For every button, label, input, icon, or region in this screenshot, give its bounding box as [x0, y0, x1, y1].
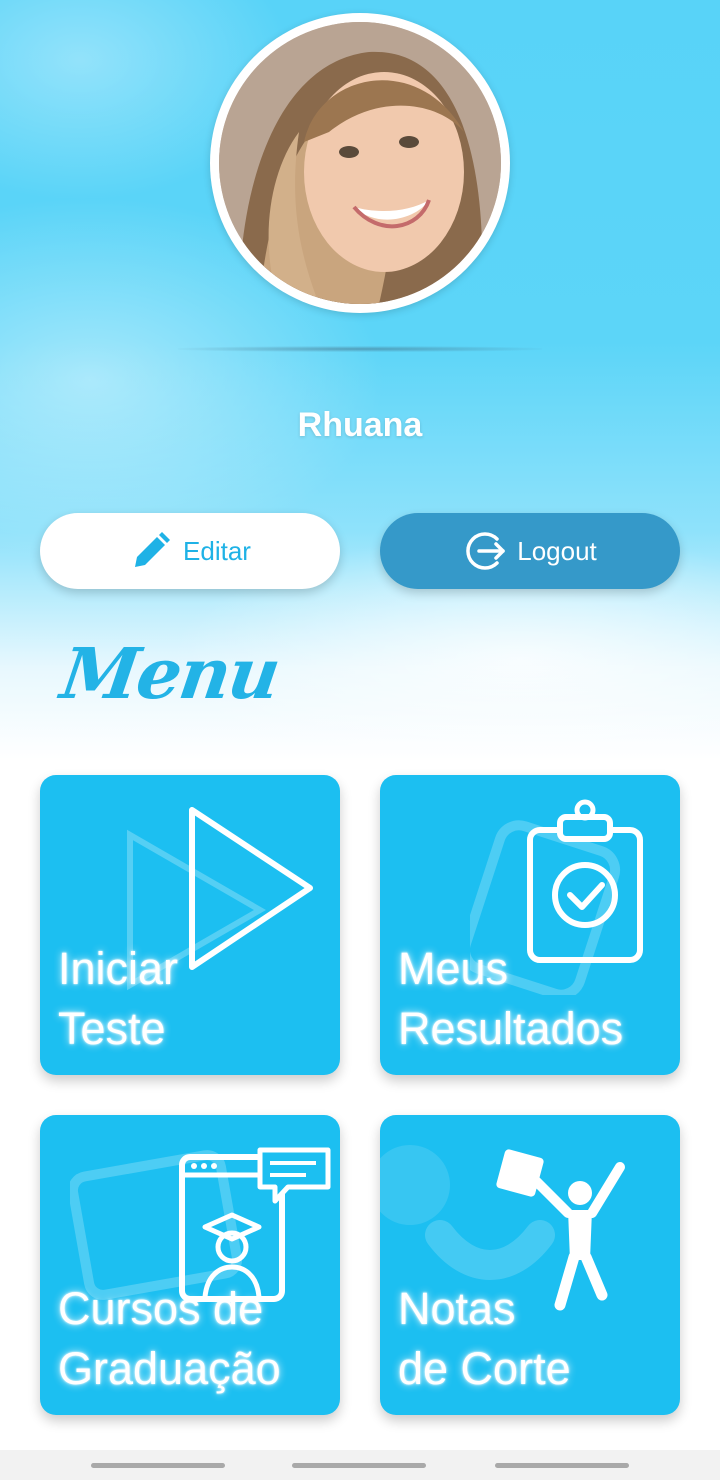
nav-handle-left[interactable] [91, 1463, 225, 1468]
tile-cursos-de-graduacao[interactable]: Cursos de Graduação [40, 1115, 340, 1415]
divider [178, 346, 542, 352]
tile-iniciar-teste[interactable]: Iniciar Teste [40, 775, 340, 1075]
tile-meus-resultados[interactable]: Meus Resultados [380, 775, 680, 1075]
logout-button[interactable]: Logout [380, 513, 680, 589]
tile-label: Notas de Corte [398, 1283, 571, 1394]
nav-handle-center[interactable] [292, 1463, 426, 1468]
avatar[interactable] [210, 13, 510, 313]
tile-label: Meus Resultados [398, 943, 624, 1054]
system-navigation-bar [0, 1450, 720, 1480]
logout-label: Logout [517, 535, 597, 566]
tile-notas-de-corte[interactable]: Notas de Corte [380, 1115, 680, 1415]
profile-photo [219, 22, 501, 304]
nav-handle-right[interactable] [495, 1463, 629, 1468]
tile-label: Iniciar Teste [58, 943, 179, 1054]
logout-icon [463, 529, 507, 573]
edit-button[interactable]: Editar [40, 513, 340, 589]
profile-name: Rhuana [297, 406, 423, 444]
pencil-icon [129, 529, 173, 573]
menu-title: Menu [56, 632, 284, 715]
tile-label: Cursos de Graduação [58, 1283, 281, 1394]
edit-label: Editar [183, 535, 251, 566]
